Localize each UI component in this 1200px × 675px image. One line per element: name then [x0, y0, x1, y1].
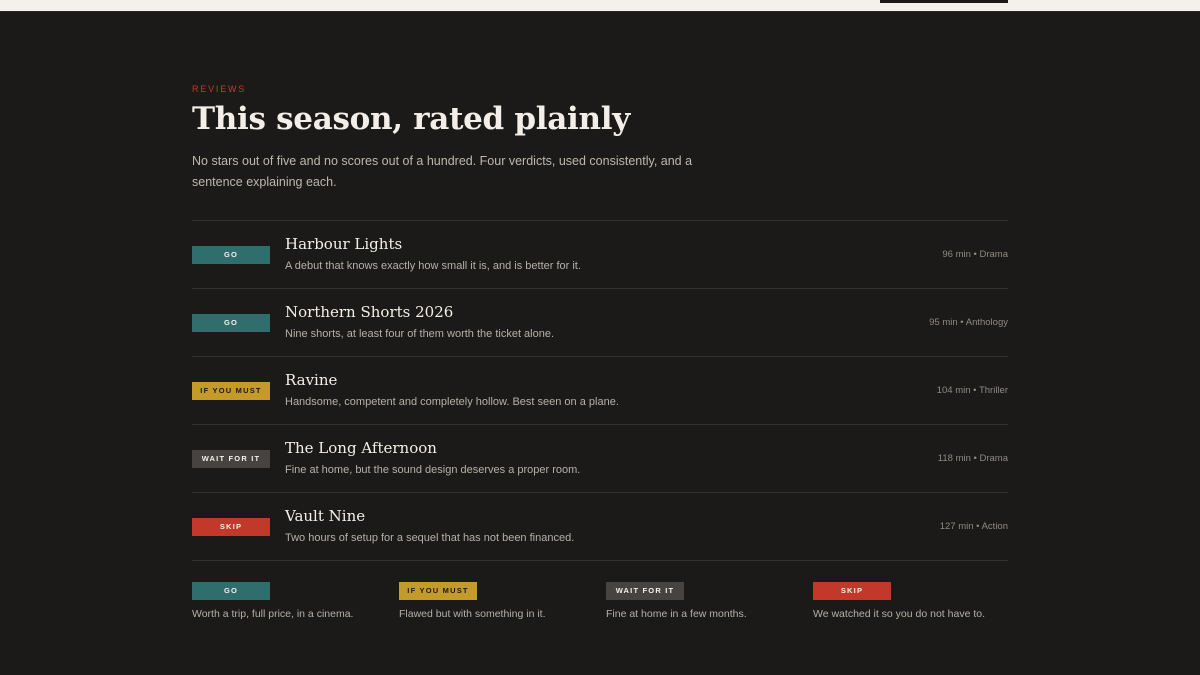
review-row[interactable]: SKIP Vault Nine Two hours of setup for a… — [192, 493, 1008, 561]
intro-text: No stars out of five and no scores out o… — [192, 154, 693, 189]
top-nav-button[interactable] — [880, 0, 1008, 3]
legend-badge: SKIP — [813, 582, 891, 600]
film-title[interactable]: Vault Nine — [285, 507, 365, 525]
film-title[interactable]: Ravine — [285, 371, 337, 389]
film-meta: 95 min • Anthology — [929, 317, 1008, 328]
legend-description: We watched it so you do not have to. — [813, 608, 985, 620]
film-description: Fine at home, but the sound design deser… — [285, 464, 581, 476]
verdict-badge: SKIP — [192, 518, 270, 536]
review-row[interactable]: IF YOU MUST Ravine Handsome, competent a… — [192, 357, 1008, 425]
section-eyebrow: REVIEWS — [192, 84, 247, 94]
page-title: This season, rated plainly — [192, 101, 630, 137]
film-description: A debut that knows exactly how small it … — [285, 260, 581, 272]
verdict-badge: WAIT FOR IT — [192, 450, 270, 468]
verdict-badge: GO — [192, 314, 270, 332]
legend-description: Flawed but with something in it. — [399, 608, 546, 620]
film-meta: 104 min • Thriller — [936, 385, 1008, 396]
top-navigation-bar — [0, 0, 1200, 12]
legend-description: Fine at home in a few months. — [606, 608, 747, 620]
legend-badge: GO — [192, 582, 270, 600]
review-list: GO Harbour Lights A debut that knows exa… — [192, 220, 1008, 561]
verdict-legend: GO Worth a trip, full price, in a cinema… — [192, 582, 1008, 632]
review-row[interactable]: GO Harbour Lights A debut that knows exa… — [192, 221, 1008, 289]
film-meta: 96 min • Drama — [942, 249, 1008, 260]
film-meta: 127 min • Action — [939, 521, 1008, 532]
film-description: Two hours of setup for a sequel that has… — [285, 532, 575, 544]
film-description: Nine shorts, at least four of them worth… — [285, 328, 555, 340]
legend-badge: IF YOU MUST — [399, 582, 477, 600]
legend-description: Worth a trip, full price, in a cinema. — [192, 608, 354, 620]
review-row[interactable]: GO Northern Shorts 2026 Nine shorts, at … — [192, 289, 1008, 357]
film-title[interactable]: Harbour Lights — [285, 235, 402, 253]
film-meta: 118 min • Drama — [937, 453, 1008, 464]
verdict-badge: IF YOU MUST — [192, 382, 270, 400]
legend-badge: WAIT FOR IT — [606, 582, 684, 600]
film-title[interactable]: Northern Shorts 2026 — [285, 303, 453, 321]
review-row[interactable]: WAIT FOR IT The Long Afternoon Fine at h… — [192, 425, 1008, 493]
film-title[interactable]: The Long Afternoon — [285, 439, 437, 457]
verdict-badge: GO — [192, 246, 270, 264]
film-description: Handsome, competent and completely hollo… — [285, 396, 619, 408]
